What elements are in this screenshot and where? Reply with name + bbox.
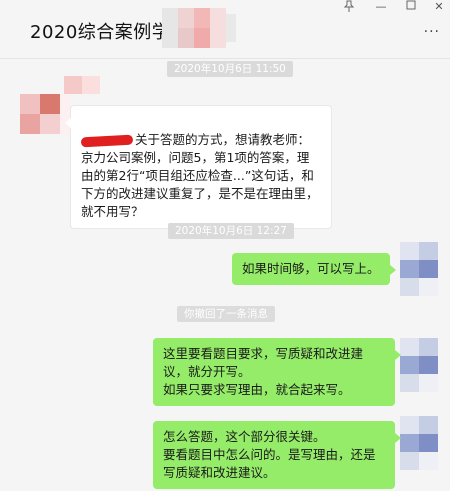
more-options-icon[interactable]: ···: [424, 24, 440, 40]
redacted-name: [80, 134, 134, 147]
recall-notice: 你撤回了一条消息: [177, 306, 275, 322]
title-bar: 2020综合案例学习 — ✕ ···: [0, 0, 450, 59]
timestamp: 2020年10月6日 12:27: [168, 223, 294, 239]
outgoing-message[interactable]: 怎么答题，这个部分很关键。 要看题目中怎么问的。是写理由，还是写质疑和改进建议。: [153, 421, 401, 489]
minimize-icon[interactable]: —: [372, 0, 390, 14]
title-redaction-mosaic: [162, 8, 242, 48]
outgoing-message[interactable]: 如果时间够，可以写上。: [232, 253, 396, 285]
close-icon[interactable]: ✕: [430, 0, 448, 14]
my-avatar[interactable]: [400, 338, 438, 392]
my-avatar[interactable]: [400, 242, 438, 296]
timestamp: 2020年10月6日 11:50: [167, 61, 293, 77]
scrollbar[interactable]: [444, 62, 449, 482]
incoming-message[interactable]: 关于答题的方式，想请教老师：京力公司案例，问题5，第1项的答案，理由的第2行“项…: [65, 105, 332, 229]
maximize-icon[interactable]: [402, 0, 420, 14]
outgoing-message[interactable]: 这里要看题目要求，写质疑和改进建议，就分开写。 如果只要求写理由，就合起来写。: [153, 338, 401, 406]
my-avatar[interactable]: [400, 416, 438, 470]
pin-icon[interactable]: [340, 0, 358, 14]
